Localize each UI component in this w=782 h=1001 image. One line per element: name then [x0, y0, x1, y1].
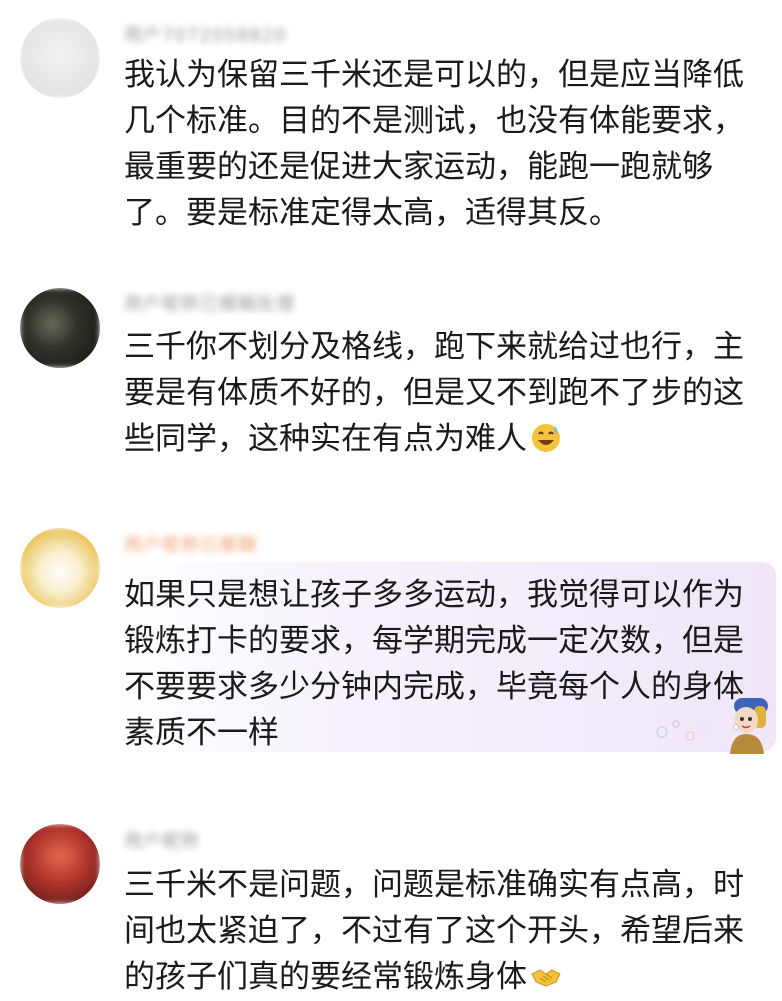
username[interactable]: 用户昵称已模糊 [124, 533, 257, 556]
comment-text: 我认为保留三千米还是可以的，但是应当降低几个标准。目的不是测试，也没有体能要求，… [124, 57, 744, 231]
sweat-smile-emoji-icon [530, 421, 562, 453]
comment-feed: 用户7072058820 我认为保留三千米还是可以的，但是应当降低几个标准。目的… [0, 0, 782, 1001]
username[interactable]: 用户7072058820 [124, 23, 287, 46]
avatar[interactable] [20, 528, 100, 608]
avatar[interactable] [20, 824, 100, 904]
comment-text: 三千你不划分及格线，跑下来就给过也行，主要是有体质不好的，但是又不到跑不了步的这… [124, 329, 744, 457]
avatar[interactable] [20, 18, 100, 98]
username[interactable]: 用户昵称已模糊处理 [124, 292, 295, 315]
avatar[interactable] [20, 288, 100, 368]
comment-text: 三千米不是问题，问题是标准确实有点高，时间也太紧迫了，不过有了这个开头，希望后来… [124, 867, 744, 995]
comment-text: 如果只是想让孩子多多运动，我觉得可以作为锻炼打卡的要求，每学期完成一定次数，但是… [124, 577, 744, 751]
handshake-emoji-icon [530, 959, 562, 991]
username[interactable]: 用户昵称 [124, 829, 200, 852]
